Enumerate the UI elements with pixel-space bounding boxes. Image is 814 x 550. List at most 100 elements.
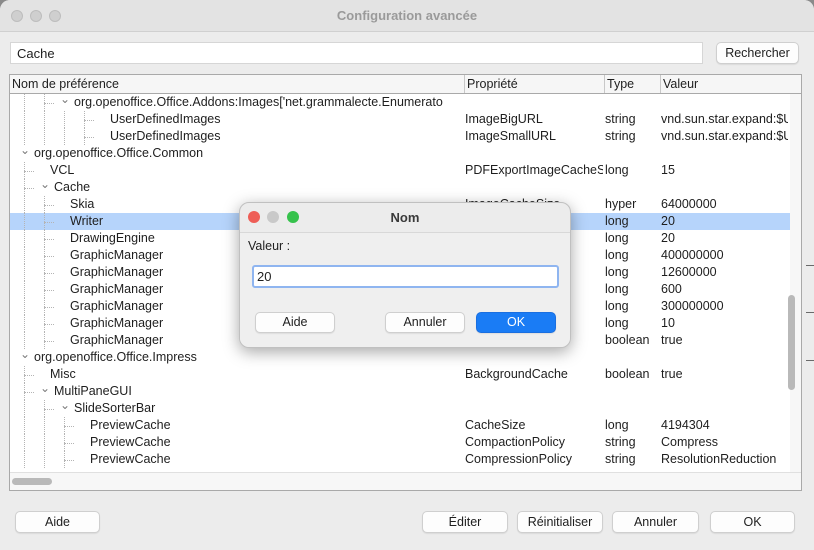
dialog-body: Valeur : Aide Annuler OK — [240, 232, 570, 347]
table-row[interactable]: PreviewCache CompactionPolicy string Compre… — [10, 434, 790, 451]
value-type: string — [605, 435, 636, 449]
background-edge-mark — [806, 265, 814, 266]
help-button[interactable]: Aide — [15, 511, 100, 533]
value-cell: 12600000 — [661, 265, 717, 279]
value-cell — [661, 383, 788, 400]
tree-guide-line — [24, 247, 25, 264]
value-type — [605, 383, 659, 400]
background-edge-mark — [806, 360, 814, 361]
table-header: Nom de préférence Propriété Type Valeur — [10, 75, 801, 94]
tree-guide-line — [24, 417, 25, 434]
vertical-scroll-thumb[interactable] — [788, 295, 795, 390]
table-row[interactable]: ⌄ MultiPaneGUI — [10, 380, 790, 400]
tree-guide-line — [44, 128, 45, 145]
tree-guide-line — [24, 298, 25, 315]
value-cell: 15 — [661, 163, 675, 177]
dialog-ok-button[interactable]: OK — [476, 312, 556, 333]
search-input[interactable] — [10, 42, 703, 64]
tree-guide-line — [84, 120, 94, 121]
table-row[interactable]: PreviewCache CompressionPolicy string Resol… — [10, 451, 790, 468]
column-header-name[interactable]: Nom de préférence — [10, 75, 465, 93]
title-bar: Configuration avancée — [0, 0, 814, 32]
value-type: long — [605, 316, 629, 330]
property-name: ImageBigURL — [465, 112, 543, 126]
search-button[interactable]: Rechercher — [716, 42, 799, 64]
chevron-down-icon[interactable]: ⌄ — [40, 176, 50, 193]
value-type — [605, 400, 659, 417]
tree-guide-line — [24, 375, 34, 376]
horizontal-scrollbar[interactable] — [10, 472, 801, 490]
chevron-down-icon[interactable]: ⌄ — [60, 397, 70, 414]
value-type — [605, 179, 659, 196]
table-row[interactable]: ⌄ org.openoffice.Office.Impress — [10, 346, 790, 366]
tree-guide-line — [24, 94, 25, 111]
table-row[interactable]: UserDefinedImages ImageBigURL string vnd.su… — [10, 111, 790, 128]
edit-button[interactable]: Éditer — [422, 511, 508, 533]
dialog-help-button[interactable]: Aide — [255, 312, 335, 333]
tree-guide-line — [64, 111, 65, 128]
table-row[interactable]: PreviewCache CacheSize long 4194304 — [10, 417, 790, 434]
tree-guide-line — [24, 264, 25, 281]
tree-guide-line — [84, 137, 94, 138]
horizontal-scroll-thumb[interactable] — [12, 478, 52, 485]
tree-guide-line — [44, 451, 45, 468]
chevron-down-icon[interactable]: ⌄ — [40, 380, 50, 397]
value-type: long — [605, 282, 629, 296]
preference-name: UserDefinedImages — [110, 129, 221, 143]
value-type — [605, 94, 659, 111]
value-cell — [661, 179, 788, 196]
property-name: CacheSize — [465, 418, 526, 432]
column-header-property[interactable]: Propriété — [465, 75, 605, 93]
tree-guide-line — [44, 409, 54, 410]
value-type: long — [605, 265, 629, 279]
tree-guide-line — [44, 307, 54, 308]
tree-guide-line — [64, 460, 74, 461]
tree-guide-line — [44, 103, 54, 104]
value-input[interactable] — [252, 265, 559, 288]
chevron-down-icon[interactable]: ⌄ — [20, 142, 30, 159]
value-type: hyper — [605, 197, 637, 211]
chevron-down-icon[interactable]: ⌄ — [20, 346, 30, 363]
property-name: CompressionPolicy — [465, 452, 572, 466]
tree-guide-line — [44, 256, 54, 257]
property-name: CompactionPolicy — [465, 435, 566, 449]
property-name — [465, 383, 603, 400]
value-cell: 4194304 — [661, 418, 710, 432]
value-cell: ResolutionReduction — [661, 452, 777, 466]
value-type: boolean — [605, 333, 650, 347]
table-row[interactable]: VCL PDFExportImageCacheSizelong 15 — [10, 162, 790, 179]
column-header-type[interactable]: Type — [605, 75, 661, 93]
tree-guide-line — [44, 417, 45, 434]
table-row[interactable]: ⌄ org.openoffice.Office.Common — [10, 142, 790, 162]
value-cell: 300000000 — [661, 299, 724, 313]
chevron-down-icon[interactable]: ⌄ — [60, 91, 70, 108]
table-row[interactable]: UserDefinedImages ImageSmallURL string vnd.… — [10, 128, 790, 145]
table-row[interactable]: ⌄ org.openoffice.Office.Addons:Images['ne… — [10, 91, 790, 111]
value-cell: vnd.sun.star.expand:$U — [661, 129, 788, 143]
value-cell — [661, 400, 788, 417]
preference-name: PreviewCache — [90, 435, 171, 449]
value-cell: 600 — [661, 282, 682, 296]
reset-button[interactable]: Réinitialiser — [517, 511, 603, 533]
table-row[interactable]: ⌄ Cache — [10, 176, 790, 196]
tree-guide-line — [44, 273, 54, 274]
value-type: boolean — [605, 367, 650, 381]
preference-name: PreviewCache — [90, 418, 171, 432]
property-name — [465, 145, 603, 162]
table-row[interactable]: ⌄ SlideSorterBar — [10, 397, 790, 417]
ok-button[interactable]: OK — [710, 511, 795, 533]
property-name: ImageSmallURL — [465, 129, 557, 143]
property-name — [465, 349, 603, 366]
value-cell: 20 — [661, 214, 675, 228]
tree-guide-line — [24, 281, 25, 298]
column-header-value[interactable]: Valeur — [661, 75, 801, 93]
preference-name: org.openoffice.Office.Addons:Images['net… — [74, 95, 443, 109]
vertical-scrollbar[interactable] — [790, 94, 801, 472]
preference-name: org.openoffice.Office.Common — [34, 146, 204, 160]
cancel-button[interactable]: Annuler — [612, 511, 699, 533]
value-cell — [661, 94, 788, 111]
dialog-cancel-button[interactable]: Annuler — [385, 312, 465, 333]
tree-guide-line — [44, 290, 54, 291]
table-row[interactable]: Misc BackgroundCache boolean true — [10, 366, 790, 383]
value-type: long — [605, 299, 629, 313]
